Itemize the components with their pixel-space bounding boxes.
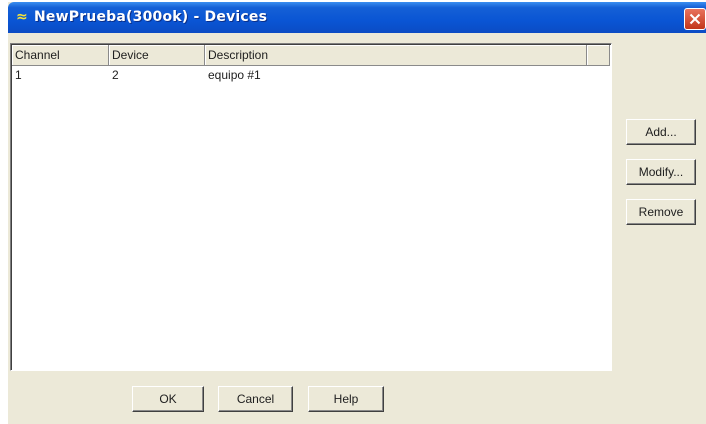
column-header-filler (587, 45, 610, 66)
close-button[interactable] (684, 8, 706, 30)
cancel-button[interactable]: Cancel (218, 386, 293, 412)
column-header-channel[interactable]: Channel (12, 45, 109, 66)
column-header-description[interactable]: Description (205, 45, 587, 66)
remove-button[interactable]: Remove (626, 199, 696, 225)
ok-button[interactable]: OK (132, 386, 204, 412)
column-header-device[interactable]: Device (109, 45, 205, 66)
modify-button[interactable]: Modify... (626, 159, 696, 185)
title-bar[interactable]: ≈ NewPrueba(300ok) - Devices (8, 2, 706, 33)
devices-dialog: ≈ NewPrueba(300ok) - Devices Channel Dev… (8, 2, 706, 424)
close-icon (689, 13, 701, 25)
app-icon: ≈ (16, 9, 28, 25)
list-header: Channel Device Description (12, 45, 610, 66)
table-row[interactable]: 1 2 equipo #1 (12, 66, 610, 84)
window-title: NewPrueba(300ok) - Devices (34, 9, 268, 25)
cell-device: 2 (112, 68, 119, 82)
cell-channel: 1 (15, 68, 22, 82)
add-button[interactable]: Add... (626, 119, 696, 145)
devices-list[interactable]: Channel Device Description 1 2 equipo #1 (10, 43, 612, 371)
cell-description: equipo #1 (208, 68, 261, 82)
help-button[interactable]: Help (308, 386, 384, 412)
